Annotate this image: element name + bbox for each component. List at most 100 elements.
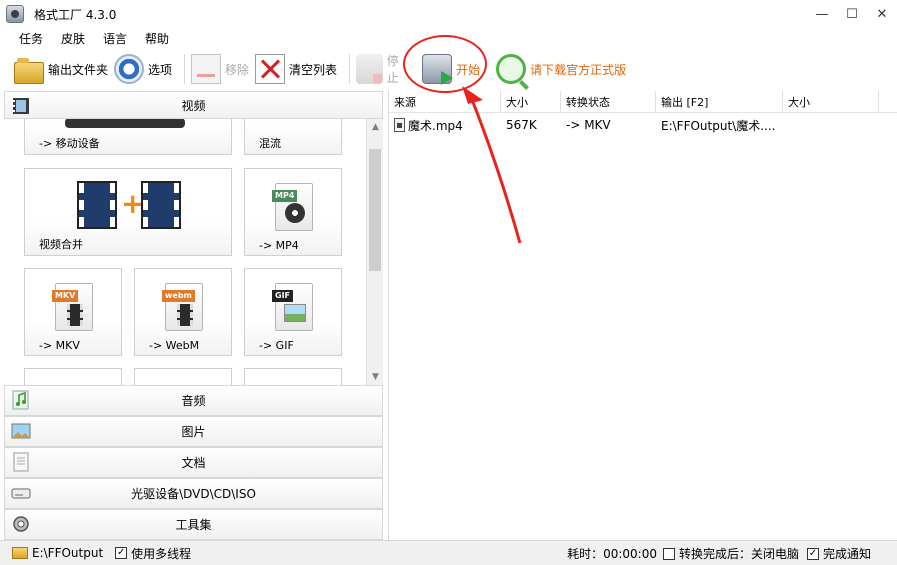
music-note-icon <box>11 390 31 410</box>
remove-button[interactable]: 移除 <box>191 52 249 86</box>
video-grid-scrollbar[interactable]: ▲ ▼ <box>366 119 383 385</box>
cell-status: -> MKV <box>566 118 611 132</box>
minimize-button[interactable]: — <box>807 0 837 28</box>
category-list: 音频 图片 文档 光驱设备\DVD\CD\ISO 工具集 <box>4 385 383 540</box>
scrollbar-thumb[interactable] <box>369 149 381 271</box>
video-merge-icon: + <box>77 181 181 229</box>
clear-list-button[interactable]: 清空列表 <box>255 52 337 86</box>
function-panel: 视频 -> 移动设备 混流 + 视频合并 MP4 -> MP4 MKV -> M… <box>4 91 383 540</box>
tile-next-1[interactable] <box>24 368 122 385</box>
output-path[interactable]: E:\FFOutput <box>32 546 103 560</box>
table-row[interactable]: 魔术.mp4 567K -> MKV E:\FFOutput\魔术.... <box>389 115 897 135</box>
video-icon <box>11 96 31 116</box>
clear-list-label: 清空列表 <box>289 62 338 77</box>
tile-next-3[interactable] <box>244 368 342 385</box>
menu-task[interactable]: 任务 <box>10 30 52 47</box>
task-list-header: 来源 大小 转换状态 输出 [F2] 大小 <box>389 91 897 113</box>
after-convert-checkbox[interactable] <box>662 547 675 560</box>
category-optical-drive[interactable]: 光驱设备\DVD\CD\ISO <box>4 478 383 509</box>
tile-mkv-label: -> MKV <box>39 339 80 352</box>
cell-size: 567K <box>506 118 537 132</box>
tile-mix[interactable]: 混流 <box>244 119 342 155</box>
toolbar-separator <box>349 54 351 84</box>
stop-label: 停止 <box>386 54 399 85</box>
video-function-grid: -> 移动设备 混流 + 视频合并 MP4 -> MP4 MKV -> MKV … <box>4 119 366 385</box>
category-document-label: 文档 <box>181 456 206 470</box>
tile-to-mp4[interactable]: MP4 -> MP4 <box>244 168 342 256</box>
after-convert-label: 转换完成后：关闭电脑 <box>678 547 799 561</box>
tile-next-2[interactable] <box>134 368 232 385</box>
tile-to-webm[interactable]: webm -> WebM <box>134 268 232 356</box>
options-label: 选项 <box>148 62 173 77</box>
scroll-down-arrow-icon[interactable]: ▼ <box>367 369 384 385</box>
menu-language[interactable]: 语言 <box>94 30 136 47</box>
start-label: 开始 <box>456 62 481 77</box>
category-audio[interactable]: 音频 <box>4 385 383 416</box>
status-bar: E:\FFOutput ✓ 使用多线程 耗时：00:00:00 转换完成后：关闭… <box>0 540 897 565</box>
maximize-button[interactable]: ☐ <box>837 0 867 28</box>
app-logo-icon <box>6 5 24 23</box>
column-output[interactable]: 输出 [F2] <box>656 91 783 113</box>
category-optical-drive-label: 光驱设备\DVD\CD\ISO <box>131 487 256 501</box>
tile-webm-label: -> WebM <box>149 339 200 352</box>
tile-to-mkv[interactable]: MKV -> MKV <box>24 268 122 356</box>
category-image[interactable]: 图片 <box>4 416 383 447</box>
tile-gif-label: -> GIF <box>259 339 294 352</box>
output-folder-status-icon[interactable] <box>12 547 28 559</box>
category-tools-label: 工具集 <box>175 518 212 532</box>
column-status[interactable]: 转换状态 <box>561 91 656 113</box>
elapsed-time: 耗时：00:00:00 <box>567 547 657 561</box>
start-button[interactable]: 开始 <box>422 52 480 86</box>
document-icon <box>11 452 31 472</box>
window-title: 格式工厂 4.3.0 <box>34 7 117 22</box>
menu-skin[interactable]: 皮肤 <box>52 30 94 47</box>
tile-mobile-device[interactable]: -> 移动设备 <box>24 119 232 155</box>
toolbar-separator <box>184 54 186 84</box>
remove-icon <box>191 54 222 84</box>
gif-file-icon: GIF <box>272 283 313 331</box>
output-folder-button[interactable]: 输出文件夹 <box>14 52 108 86</box>
notify-label: 完成通知 <box>822 547 871 561</box>
menu-bar: 任务 皮肤 语言 帮助 <box>0 28 178 48</box>
mkv-file-icon: MKV <box>52 283 93 331</box>
column-source[interactable]: 来源 <box>389 91 501 113</box>
category-document[interactable]: 文档 <box>4 447 383 478</box>
picture-icon <box>11 421 31 441</box>
close-button[interactable]: ✕ <box>867 0 897 28</box>
column-size[interactable]: 大小 <box>501 91 561 113</box>
window-controls: — ☐ ✕ <box>807 0 897 28</box>
cell-source: 魔术.mp4 <box>389 115 501 135</box>
download-official-label: 请下载官方正式版 <box>530 62 627 77</box>
options-icon <box>114 54 145 84</box>
category-image-label: 图片 <box>181 425 206 439</box>
stop-button[interactable]: 停止 <box>356 52 408 86</box>
tile-video-merge[interactable]: + 视频合并 <box>24 168 232 256</box>
tile-mp4-label: -> MP4 <box>259 239 299 252</box>
column-output-size[interactable]: 大小 <box>783 91 879 113</box>
multithread-checkbox[interactable]: ✓ <box>115 547 128 559</box>
status-right: 耗时：00:00:00 转换完成后：关闭电脑 ✓ 完成通知 <box>567 541 871 565</box>
cell-output-size <box>783 115 879 135</box>
tile-to-gif[interactable]: GIF -> GIF <box>244 268 342 356</box>
mobile-devices-icon <box>65 119 185 128</box>
notify-checkbox[interactable]: ✓ <box>806 547 819 560</box>
cell-source-text: 魔术.mp4 <box>408 118 463 133</box>
mp4-file-icon: MP4 <box>272 183 313 231</box>
task-list: 来源 大小 转换状态 输出 [F2] 大小 魔术.mp4 567K -> MKV… <box>388 91 897 540</box>
title-bar: 格式工厂 4.3.0 — ☐ ✕ <box>0 0 897 28</box>
category-tools[interactable]: 工具集 <box>4 509 383 540</box>
webm-file-icon: webm <box>162 283 203 331</box>
output-folder-label: 输出文件夹 <box>48 62 109 77</box>
tile-mobile-label: -> 移动设备 <box>39 137 100 150</box>
category-video[interactable]: 视频 <box>4 91 383 119</box>
options-button[interactable]: 选项 <box>114 52 172 86</box>
video-file-icon <box>394 118 405 132</box>
folder-icon <box>14 58 44 84</box>
tile-merge-label: 视频合并 <box>39 238 83 251</box>
menu-help[interactable]: 帮助 <box>136 30 178 47</box>
scroll-up-arrow-icon[interactable]: ▲ <box>367 119 384 135</box>
start-icon <box>422 54 454 85</box>
multithread-label: 使用多线程 <box>131 546 192 561</box>
remove-label: 移除 <box>225 62 250 77</box>
download-official-button[interactable]: 请下载官方正式版 <box>496 52 626 86</box>
